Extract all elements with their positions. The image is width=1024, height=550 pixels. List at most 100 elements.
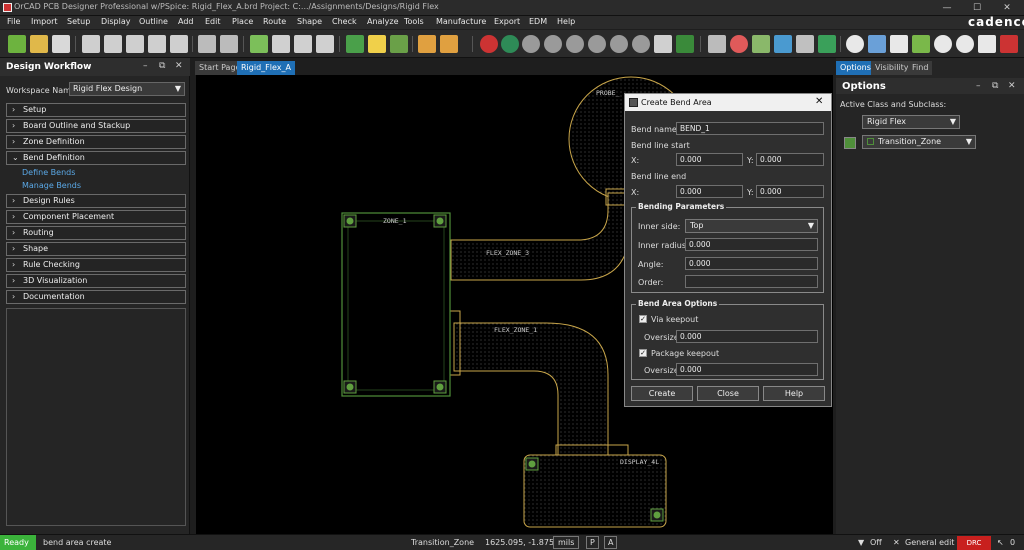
via-keepout-checkbox[interactable]: ✓ (639, 315, 647, 323)
workflow-item-design-rules[interactable]: › Design Rules (6, 194, 186, 208)
workflow-subitem-manage-bends[interactable]: Manage Bends (22, 181, 81, 190)
measure-icon[interactable] (890, 35, 908, 53)
tab-find[interactable]: Find (908, 61, 933, 75)
zoom-center-icon[interactable] (632, 35, 650, 53)
workflow-subitem-define-bends[interactable]: Define Bends (22, 168, 75, 177)
slide-icon[interactable] (440, 35, 458, 53)
go-icon[interactable] (501, 35, 519, 53)
end-x-input[interactable]: 0.000 (676, 185, 743, 198)
workflow-item-routing[interactable]: › Routing (6, 226, 186, 240)
package-oversize-input[interactable]: 0.000 (676, 363, 818, 376)
menu-help[interactable]: Help (557, 17, 575, 26)
filter-icon[interactable]: ▼ (858, 538, 864, 547)
zoom-previous-icon[interactable] (610, 35, 628, 53)
workflow-item-shape[interactable]: › Shape (6, 242, 186, 256)
menu-edm[interactable]: EDM (529, 17, 547, 26)
help-button[interactable]: Help (763, 386, 825, 401)
report-icon[interactable] (818, 35, 836, 53)
workflow-item-setup[interactable]: › Setup (6, 103, 186, 117)
menu-export[interactable]: Export (494, 17, 520, 26)
workflow-item-rule-checking[interactable]: › Rule Checking (6, 258, 186, 272)
text-edit-icon[interactable] (316, 35, 334, 53)
bend-name-input[interactable]: BEND_1 (676, 122, 824, 135)
start-y-input[interactable]: 0.000 (756, 153, 824, 166)
view-3d-icon[interactable] (676, 35, 694, 53)
menu-manufacture[interactable]: Manufacture (436, 17, 486, 26)
zoom-fit-icon[interactable] (522, 35, 540, 53)
menu-setup[interactable]: Setup (67, 17, 90, 26)
menu-check[interactable]: Check (332, 17, 357, 26)
delete-icon[interactable] (126, 35, 144, 53)
menu-file[interactable]: File (7, 17, 20, 26)
end-y-input[interactable]: 0.000 (756, 185, 824, 198)
open-folder-icon[interactable] (30, 35, 48, 53)
float-panel-icon[interactable]: ⧉ (992, 81, 998, 91)
p-toggle[interactable]: P (586, 536, 599, 549)
via-oversize-input[interactable]: 0.000 (676, 330, 818, 343)
tab-visibility[interactable]: Visibility (871, 61, 913, 75)
close-button[interactable]: Close (697, 386, 759, 401)
add-frame-icon[interactable] (272, 35, 290, 53)
menu-route[interactable]: Route (263, 17, 286, 26)
angle-input[interactable]: 0.000 (685, 257, 818, 270)
zoom-out-icon[interactable] (588, 35, 606, 53)
move-icon[interactable] (82, 35, 100, 53)
workflow-item-zone-definition[interactable]: › Zone Definition (6, 135, 186, 149)
minimize-panel-icon[interactable]: – (976, 81, 981, 91)
drc-icon[interactable] (912, 35, 930, 53)
add-line-icon[interactable] (250, 35, 268, 53)
workspace-select[interactable]: Rigid Flex Design ▼ (69, 82, 185, 96)
start-x-input[interactable]: 0.000 (676, 153, 743, 166)
inner-radius-input[interactable]: 0.000 (685, 238, 818, 251)
a-toggle[interactable]: A (604, 536, 618, 549)
workflow-item-bend-definition[interactable]: ⌄ Bend Definition (6, 151, 186, 165)
units-box[interactable]: mils (553, 536, 580, 549)
info-icon[interactable] (868, 35, 886, 53)
place-component-icon[interactable] (346, 35, 364, 53)
place-module-icon[interactable] (390, 35, 408, 53)
place-part-icon[interactable] (368, 35, 386, 53)
new-icon[interactable] (8, 35, 26, 53)
copy-icon[interactable] (104, 35, 122, 53)
menu-place[interactable]: Place (232, 17, 253, 26)
workflow-item-documentation[interactable]: › Documentation (6, 290, 186, 304)
minimize-panel-icon[interactable]: – (143, 61, 148, 71)
menu-shape[interactable]: Shape (297, 17, 322, 26)
package-keepout-checkbox[interactable]: ✓ (639, 349, 647, 357)
minimize-button[interactable]: — (935, 1, 959, 15)
stop-icon[interactable] (480, 35, 498, 53)
tab-rigid-flex-a[interactable]: Rigid_Flex_A (237, 61, 295, 75)
menu-edit[interactable]: Edit (205, 17, 221, 26)
pin-icon[interactable] (198, 35, 216, 53)
workflow-item-board-outline[interactable]: › Board Outline and Stackup (6, 119, 186, 133)
zoom-window-icon[interactable] (544, 35, 562, 53)
float-panel-icon[interactable]: ⧉ (159, 61, 165, 71)
workflow-item-3d-visualization[interactable]: › 3D Visualization (6, 274, 186, 288)
tab-options[interactable]: Options (836, 61, 875, 75)
menu-tools[interactable]: Tools (404, 17, 424, 26)
connect-icon[interactable] (418, 35, 436, 53)
subclass-select[interactable]: Transition_Zone ▼ (862, 135, 976, 149)
close-window-button[interactable]: ✕ (995, 1, 1019, 15)
subclass-color-swatch[interactable] (844, 137, 856, 149)
text-icon[interactable] (294, 35, 312, 53)
inner-side-select[interactable]: Top ▼ (685, 219, 818, 233)
grid-icon[interactable] (708, 35, 726, 53)
stackup-icon[interactable] (774, 35, 792, 53)
zoom-in-icon[interactable] (566, 35, 584, 53)
properties-icon[interactable] (796, 35, 814, 53)
menu-add[interactable]: Add (178, 17, 194, 26)
visibility-icon[interactable] (846, 35, 864, 53)
class-select[interactable]: Rigid Flex ▼ (862, 115, 960, 129)
workflow-item-component-placement[interactable]: › Component Placement (6, 210, 186, 224)
dehighlight-icon[interactable] (956, 35, 974, 53)
close-panel-icon[interactable]: ✕ (175, 61, 183, 71)
menu-analyze[interactable]: Analyze (367, 17, 399, 26)
menu-display[interactable]: Display (101, 17, 131, 26)
unpin-icon[interactable] (220, 35, 238, 53)
create-button[interactable]: Create (631, 386, 693, 401)
color-icon[interactable] (730, 35, 748, 53)
close-panel-icon[interactable]: ✕ (1008, 81, 1016, 91)
dialog-close-icon[interactable]: ✕ (815, 96, 823, 107)
undo-icon[interactable] (148, 35, 166, 53)
